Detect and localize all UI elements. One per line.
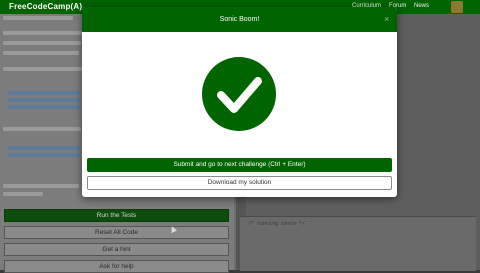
code-example-line: [8, 105, 80, 109]
get-hint-button[interactable]: Get a hint: [4, 243, 229, 256]
instruction-text-line: [3, 184, 79, 188]
modal-title: Sonic Boom!: [219, 16, 260, 23]
reset-code-button[interactable]: Reset All Code: [4, 226, 229, 239]
download-solution-button[interactable]: Download my solution: [87, 176, 392, 190]
submit-next-challenge-button[interactable]: Submit and go to next challenge (Ctrl + …: [87, 158, 392, 172]
success-modal: Sonic Boom! × Submit and go to next chal…: [82, 7, 397, 197]
modal-header: Sonic Boom! ×: [82, 7, 397, 32]
run-tests-button[interactable]: Run the Tests: [4, 209, 229, 222]
brand-logo[interactable]: FreeCodeCamp(A): [9, 2, 82, 11]
code-example-line: [8, 146, 80, 150]
instruction-text-line: [3, 41, 81, 45]
ask-help-button[interactable]: Ask for help: [4, 260, 229, 273]
instruction-text-line: [3, 67, 83, 71]
avatar[interactable]: [451, 1, 463, 13]
output-panel: /* running tests */: [240, 216, 476, 271]
instruction-text-line: [3, 16, 73, 20]
instruction-text-line: [3, 127, 81, 131]
code-example-line: [8, 98, 80, 102]
nav-link-news[interactable]: News: [414, 3, 429, 9]
output-text: /* running tests */: [248, 221, 306, 227]
instruction-text-line: [3, 192, 43, 196]
instruction-text-line: [3, 31, 83, 35]
code-example-line: [8, 91, 80, 95]
code-example-line: [8, 153, 80, 157]
close-icon[interactable]: ×: [384, 15, 389, 24]
instruction-text-line: [3, 51, 79, 55]
check-circle-icon: [202, 57, 276, 131]
